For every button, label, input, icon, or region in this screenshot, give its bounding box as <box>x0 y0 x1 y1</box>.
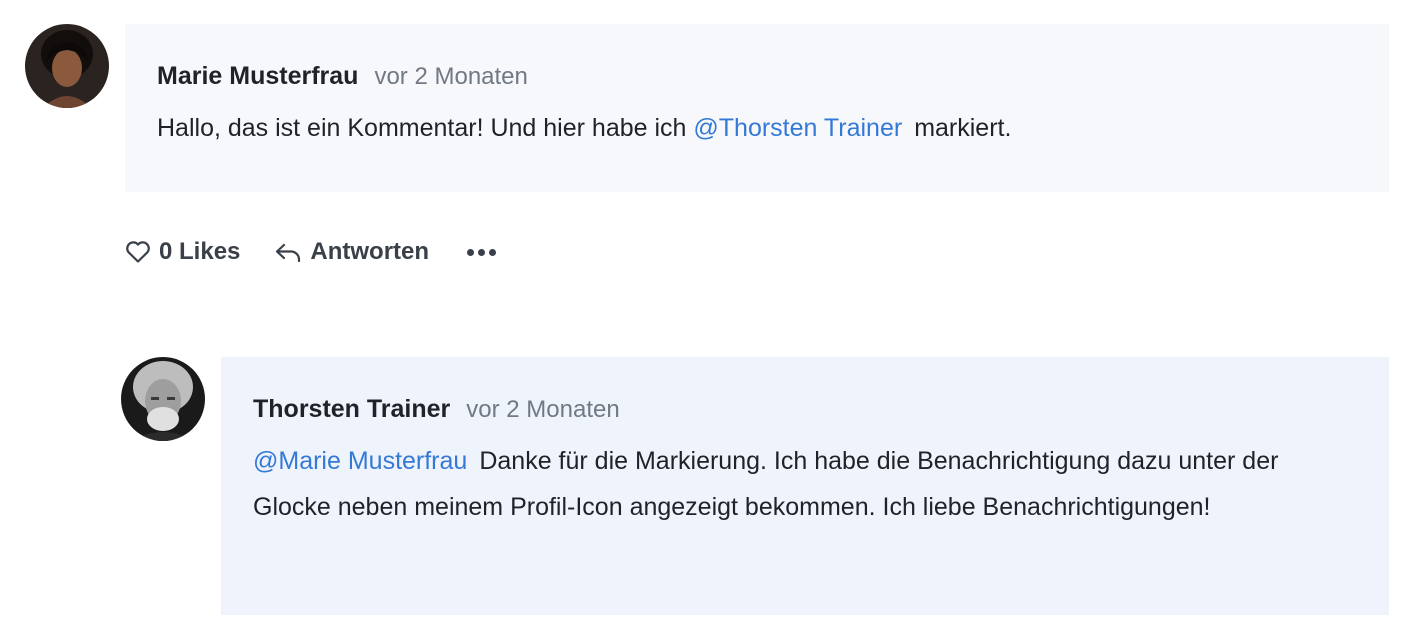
more-dots-icon <box>467 248 475 256</box>
avatar-marie-musterfrau[interactable] <box>25 24 109 108</box>
reply-timestamp: vor 2 Monaten <box>466 396 620 423</box>
reply-arrow-icon <box>276 243 301 263</box>
mention-link[interactable]: @Thorsten Trainer <box>693 114 902 142</box>
avatar-thorsten-trainer[interactable] <box>121 357 205 441</box>
reply-card: Thorsten Trainer vor 2 Monaten @Marie Mu… <box>221 357 1389 615</box>
user-avatar-icon <box>25 24 109 108</box>
comment-text: Hallo, das ist ein Kommentar! Und hier h… <box>157 114 694 142</box>
more-dot <box>478 248 486 256</box>
like-count-label: 0 Likes <box>159 238 241 265</box>
comment-author[interactable]: Marie Musterfrau <box>157 62 358 91</box>
like-button[interactable]: 0 Likes <box>125 238 240 266</box>
reply-label: Antworten <box>310 238 430 265</box>
comment-timestamp: vor 2 Monaten <box>374 63 528 90</box>
comment-body: Hallo, das ist ein Kommentar! Und hier h… <box>157 105 1357 151</box>
reply-body: @Marie Musterfrau Danke für die Markierun… <box>253 438 1357 530</box>
reply-button[interactable]: Antworten <box>274 238 429 266</box>
comment-meta: Marie Musterfrau vor 2 Monaten <box>157 62 1357 91</box>
comment-text-after: markiert. <box>914 114 1012 142</box>
more-dot <box>489 248 497 256</box>
reply-author[interactable]: Thorsten Trainer <box>253 395 450 424</box>
comment-actions: 0 Likes Antworten <box>125 232 497 272</box>
user-avatar-icon <box>121 357 205 441</box>
heart-outline-icon <box>126 241 150 263</box>
reply-meta: Thorsten Trainer vor 2 Monaten <box>253 395 1357 424</box>
mention-link[interactable]: @Marie Musterfrau <box>253 447 467 475</box>
comment-card: Marie Musterfrau vor 2 Monaten Hallo, da… <box>125 24 1389 192</box>
more-options-button[interactable] <box>463 248 497 256</box>
